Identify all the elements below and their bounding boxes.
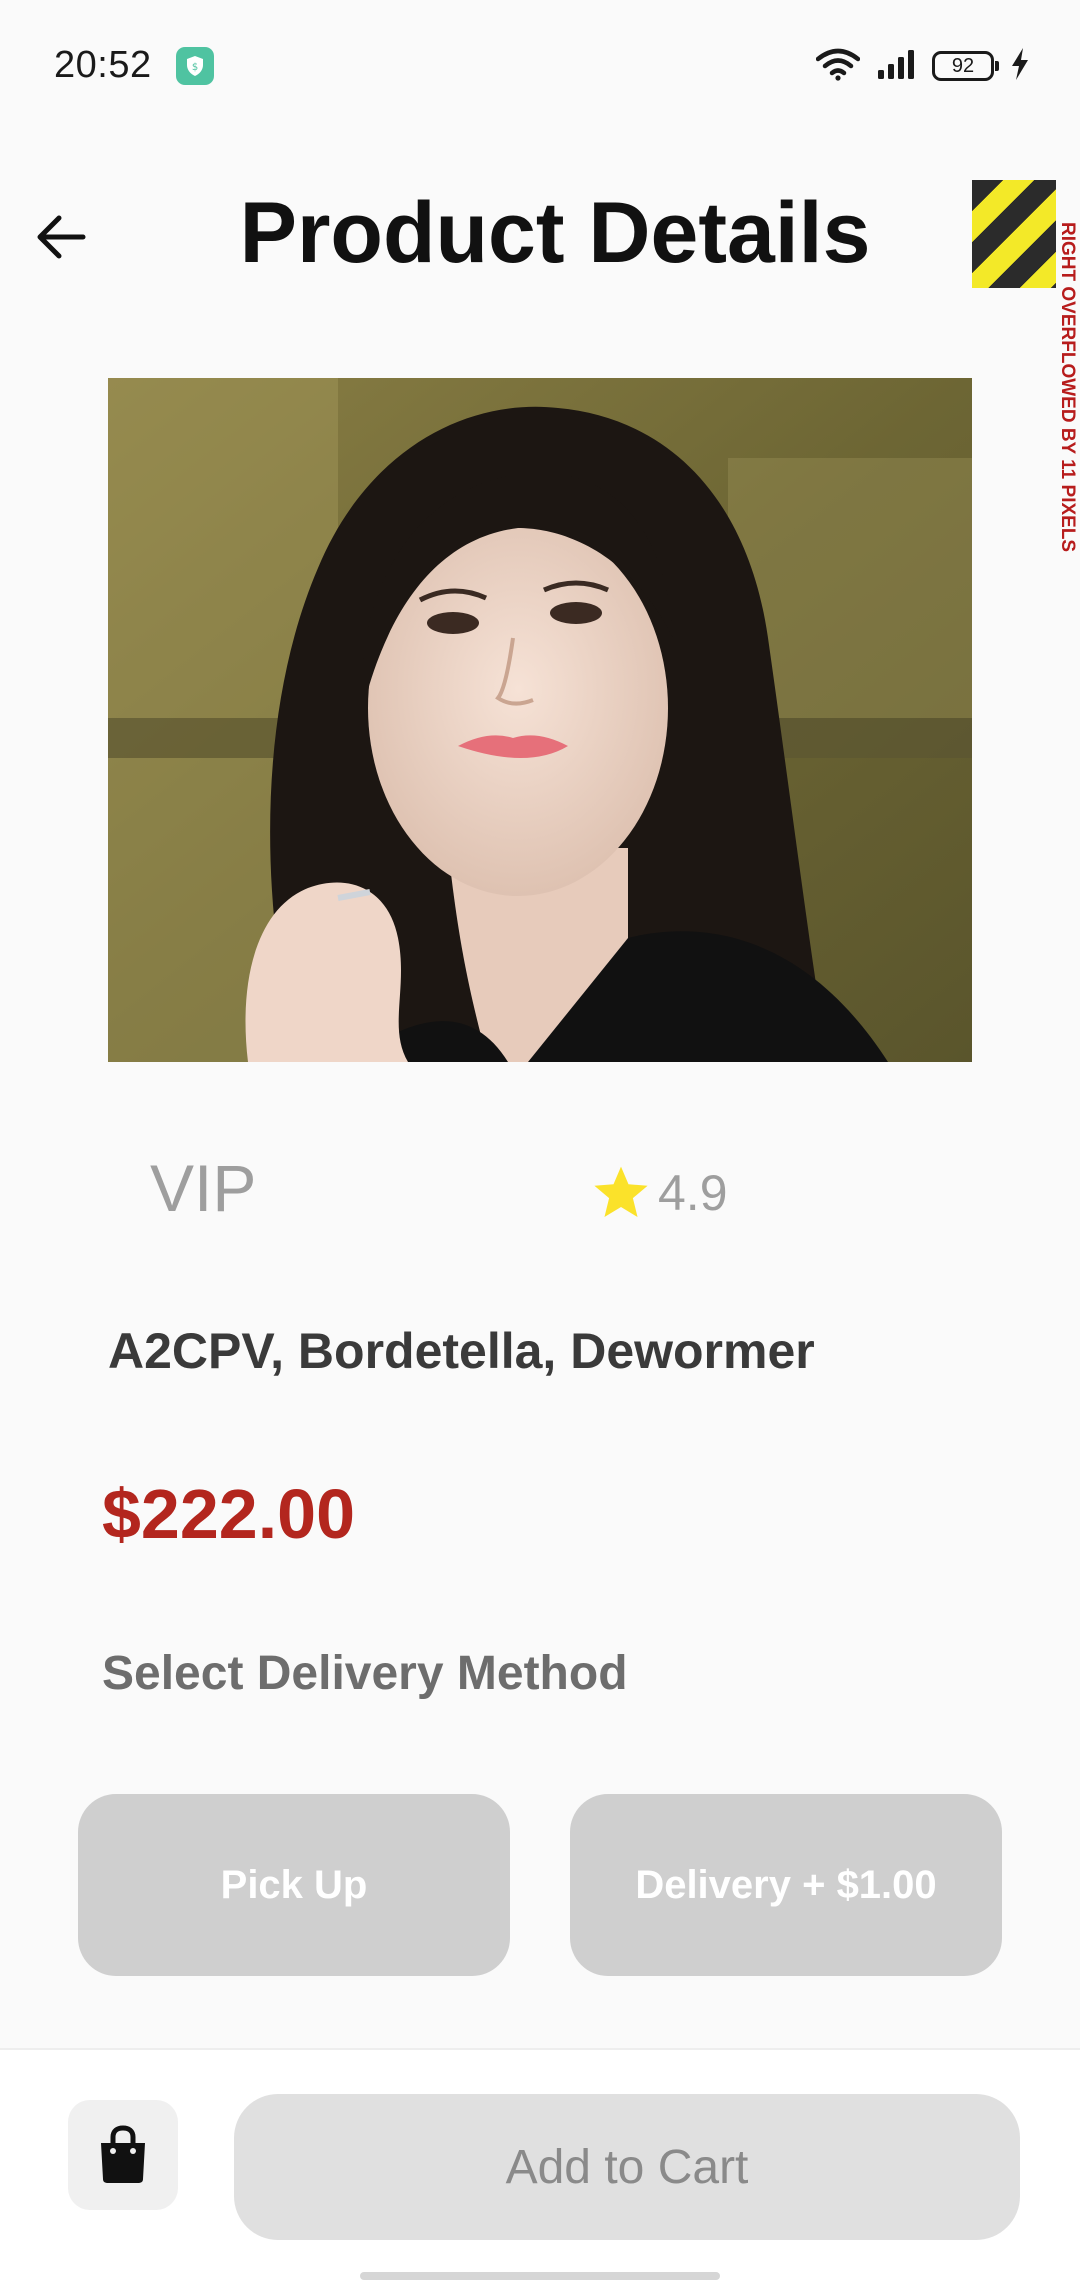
- shopping-bag-button[interactable]: [68, 2100, 178, 2210]
- app-bar: Product Details RIGHT OVERFLOWED BY 11 P…: [0, 170, 1080, 552]
- overflow-warning-text: RIGHT OVERFLOWED BY 11 PIXELS: [1057, 222, 1078, 553]
- battery-icon: 92: [932, 51, 999, 81]
- shield-app-icon: $: [176, 47, 214, 85]
- status-indicators: 92: [815, 44, 1030, 88]
- rating: 4.9: [590, 1158, 728, 1228]
- delivery-option-button[interactable]: Delivery + $1.00: [570, 1794, 1002, 1976]
- add-to-cart-button[interactable]: Add to Cart: [234, 2094, 1020, 2240]
- status-bar: 20:52 $ 92: [0, 0, 1080, 130]
- overflow-warning-stripes: [972, 180, 1056, 288]
- delivery-method-heading: Select Delivery Method: [102, 1647, 628, 1700]
- svg-text:$: $: [192, 62, 198, 73]
- star-icon: [594, 1166, 648, 1218]
- overflow-warning-label: RIGHT OVERFLOWED BY 11 PIXELS: [1056, 222, 1080, 582]
- product-photo: [108, 378, 972, 1062]
- pick-up-option-button[interactable]: Pick Up: [78, 1794, 510, 1976]
- cellular-signal-icon: [876, 48, 916, 85]
- bottom-action-bar: Add to Cart: [0, 2048, 1080, 2280]
- tier-label: VIP: [150, 1151, 257, 1225]
- page-title: Product Details: [239, 185, 871, 281]
- product-price: $222.00: [102, 1475, 356, 1553]
- wifi-icon: [815, 47, 861, 86]
- shopping-bag-icon: [101, 2125, 145, 2183]
- product-details-screen: 20:52 $ 92 Product Details RIGHT OVERFLO…: [0, 0, 1080, 2280]
- rating-value: 4.9: [658, 1165, 728, 1221]
- product-name: A2CPV, Bordetella, Dewormer: [108, 1323, 815, 1379]
- home-indicator[interactable]: [360, 2272, 720, 2280]
- status-time: 20:52: [54, 44, 152, 86]
- charging-bolt-icon: [1010, 47, 1030, 86]
